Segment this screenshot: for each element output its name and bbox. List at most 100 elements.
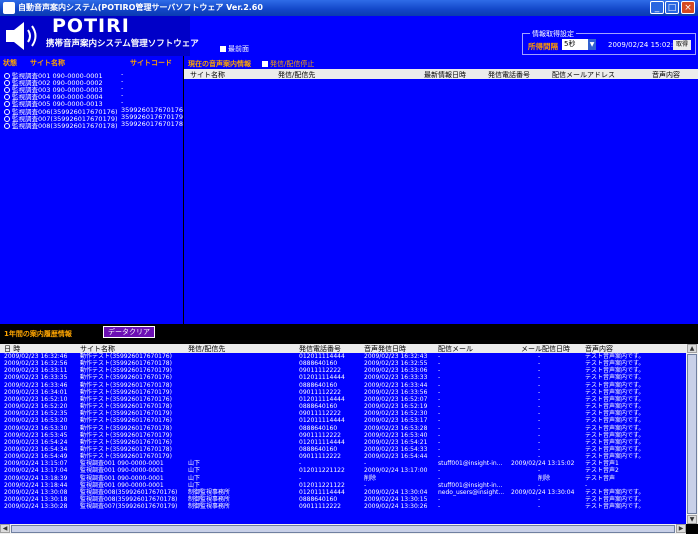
- horizontal-scrollbar[interactable]: ◀ ▶: [0, 524, 686, 534]
- cell-phone: 012011221122: [299, 481, 345, 489]
- cell-content: テスト音声案内です。: [585, 403, 645, 411]
- table-row[interactable]: 2009/02/23 16:32:56 動作テスト(359926017670178…: [0, 360, 686, 367]
- site-list-item[interactable]: 監視調査002 090-0000-0002-: [4, 77, 182, 87]
- site-list-item[interactable]: 監視調査001 090-0000-0001-: [4, 70, 182, 80]
- cell-mail-time: -: [538, 431, 541, 439]
- cell-content: テスト音声案内です。: [585, 445, 645, 453]
- cell-datetime: 2009/02/23 16:54:24: [4, 438, 68, 446]
- table-row[interactable]: 2009/02/23 16:52:20 動作テスト(359926017670178…: [0, 403, 686, 410]
- cell-call-time: 2009/02/23 16:54:21: [364, 438, 428, 446]
- site-list-item[interactable]: 監視調査003 090-0000-0003-: [4, 84, 182, 94]
- cell-phone: 0888640160: [299, 424, 338, 432]
- cell-destination: 山下: [188, 481, 201, 489]
- cell-mail: -: [438, 353, 441, 360]
- cell-mail: -: [438, 467, 441, 475]
- table-row[interactable]: 2009/02/24 13:17:04 監視調査001 090-0000-0001…: [0, 467, 686, 474]
- table-row[interactable]: 2009/02/23 16:52:10 動作テスト(359926017670176…: [0, 396, 686, 403]
- status-radio-icon[interactable]: [4, 122, 10, 129]
- cell-call-time: -: [364, 460, 367, 468]
- cell-phone: 09011112222: [299, 410, 341, 418]
- cell-content: テスト音声: [585, 474, 616, 482]
- cell-mail: nedo_users@insight...: [438, 488, 505, 496]
- always-on-top-label: 最前面: [228, 45, 249, 53]
- cell-mail-time: -: [538, 496, 541, 503]
- cell-call-time: 2009/02/23 16:53:40: [364, 431, 428, 439]
- cell-destination: 制御監視事務所: [188, 488, 231, 496]
- checkbox-box[interactable]: [262, 61, 268, 67]
- cell-datetime: 2009/02/24 13:30:08: [4, 488, 68, 496]
- table-row[interactable]: 2009/02/23 16:54:34 動作テスト(359926017670178…: [0, 446, 686, 453]
- scroll-down-button[interactable]: ▼: [687, 515, 697, 524]
- cell-datetime: 2009/02/24 13:18:44: [4, 481, 68, 489]
- stop-label: 発信/配信停止: [270, 60, 315, 68]
- scroll-thumb[interactable]: [687, 354, 697, 514]
- table-row[interactable]: 2009/02/23 16:53:45 動作テスト(359926017670179…: [0, 432, 686, 439]
- table-row[interactable]: 2009/02/24 13:30:08 監視調査008(3599260176701…: [0, 489, 686, 496]
- cell-phone: 0888640160: [299, 496, 338, 503]
- scroll-thumb[interactable]: [11, 525, 675, 533]
- site-list-item[interactable]: 監視調査007(359926017670179) 359926017670179: [4, 113, 183, 123]
- history-table-body[interactable]: 2009/02/23 16:32:46 動作テスト(359926017670176…: [0, 353, 686, 524]
- table-row[interactable]: 2009/02/23 16:53:30 動作テスト(359926017670178…: [0, 425, 686, 432]
- table-row[interactable]: 2009/02/23 16:54:24 動作テスト(359926017670176…: [0, 439, 686, 446]
- retrieve-button[interactable]: 取得: [673, 40, 691, 50]
- cell-call-time: 削除: [364, 474, 377, 482]
- cell-mail: -: [438, 403, 441, 411]
- stop-checkbox[interactable]: 発信/配信停止: [262, 59, 314, 69]
- chevron-down-icon[interactable]: ▼: [588, 39, 596, 50]
- cell-call-time: -: [364, 481, 367, 489]
- maximize-button[interactable]: □: [665, 1, 679, 14]
- cell-datetime: 2009/02/24 13:15:07: [4, 460, 68, 468]
- cell-phone: 012011114444: [299, 353, 345, 360]
- table-row[interactable]: 2009/02/24 13:18:39 監視調査001 090-0000-0001…: [0, 475, 686, 482]
- scroll-up-button[interactable]: ▲: [687, 344, 697, 353]
- current-info-panel: [184, 56, 698, 324]
- table-row[interactable]: 2009/02/23 16:33:35 動作テスト(359926017670176…: [0, 374, 686, 381]
- table-row[interactable]: 2009/02/23 16:33:46 動作テスト(359926017670178…: [0, 382, 686, 389]
- table-row[interactable]: 2009/02/23 16:53:20 動作テスト(359926017670176…: [0, 417, 686, 424]
- site-list-item[interactable]: 監視調査004 090-0000-0004-: [4, 91, 182, 101]
- cell-site-name: 動作テスト(359926017670179): [80, 388, 172, 396]
- vertical-scrollbar[interactable]: ▲ ▼: [686, 344, 698, 524]
- cell-call-time: 2009/02/24 13:30:15: [364, 496, 428, 503]
- cell-call-time: 2009/02/23 16:53:17: [364, 417, 428, 425]
- cell-content: テスト音声案内です。: [585, 438, 645, 446]
- data-clear-button[interactable]: データクリア: [103, 326, 155, 338]
- minimize-button[interactable]: _: [650, 1, 664, 14]
- app-icon: [3, 2, 15, 14]
- table-row[interactable]: 2009/02/23 16:34:01 動作テスト(359926017670179…: [0, 389, 686, 396]
- table-row[interactable]: 2009/02/24 13:30:28 監視調査007(3599260176701…: [0, 503, 686, 510]
- cell-site-name: 動作テスト(359926017670178): [80, 445, 172, 453]
- retrieve-timestamp: 2009/02/24 15:02:01: [608, 41, 683, 49]
- scroll-right-button[interactable]: ▶: [676, 524, 686, 533]
- close-button[interactable]: ×: [681, 1, 695, 14]
- checkbox-box[interactable]: [220, 46, 226, 52]
- cell-phone: 09011112222: [299, 453, 341, 461]
- cell-site-name: 監視調査007(359926017670179): [80, 503, 178, 511]
- site-list-item[interactable]: 監視調査005 090-0000-0013-: [4, 98, 182, 108]
- cell-phone: 012011114444: [299, 374, 345, 382]
- cell-phone: 0888640160: [299, 445, 338, 453]
- table-row[interactable]: 2009/02/23 16:32:46 動作テスト(359926017670176…: [0, 353, 686, 360]
- window-title: 自動音声案内システム(POTIRO管理サーバソフトウェア Ver.2.60: [18, 3, 263, 12]
- cell-call-time: 2009/02/23 16:33:56: [364, 388, 428, 396]
- site-list-item[interactable]: 監視調査008(359926017670178) 359926017670178: [4, 120, 183, 130]
- cell-datetime: 2009/02/23 16:54:49: [4, 453, 68, 461]
- cell-call-time: 2009/02/23 16:33:33: [364, 374, 428, 382]
- header-cell: 最新情報日時: [424, 71, 466, 79]
- header-cell: 発信電話番号: [488, 71, 530, 79]
- table-row[interactable]: 2009/02/24 13:18:44 監視調査001 090-0000-0001…: [0, 482, 686, 489]
- table-row[interactable]: 2009/02/23 16:54:49 動作テスト(359926017670179…: [0, 453, 686, 460]
- speaker-icon: [6, 22, 37, 50]
- interval-select[interactable]: 5秒 ▼: [562, 39, 596, 50]
- cell-call-time: 2009/02/23 16:52:19: [364, 403, 428, 411]
- cell-phone: 012011114444: [299, 417, 345, 425]
- table-row[interactable]: 2009/02/23 16:52:35 動作テスト(359926017670179…: [0, 410, 686, 417]
- cell-content: テスト音声案内です。: [585, 496, 645, 503]
- scroll-left-button[interactable]: ◀: [0, 524, 10, 533]
- cell-mail-time: -: [538, 367, 541, 375]
- site-list-item[interactable]: 監視調査006(359926017670176) 359926017670176: [4, 106, 183, 116]
- table-row[interactable]: 2009/02/24 13:30:18 監視調査008(3599260176701…: [0, 496, 686, 503]
- cell-mail-time: -: [538, 360, 541, 368]
- always-on-top-checkbox[interactable]: 最前面: [220, 44, 249, 54]
